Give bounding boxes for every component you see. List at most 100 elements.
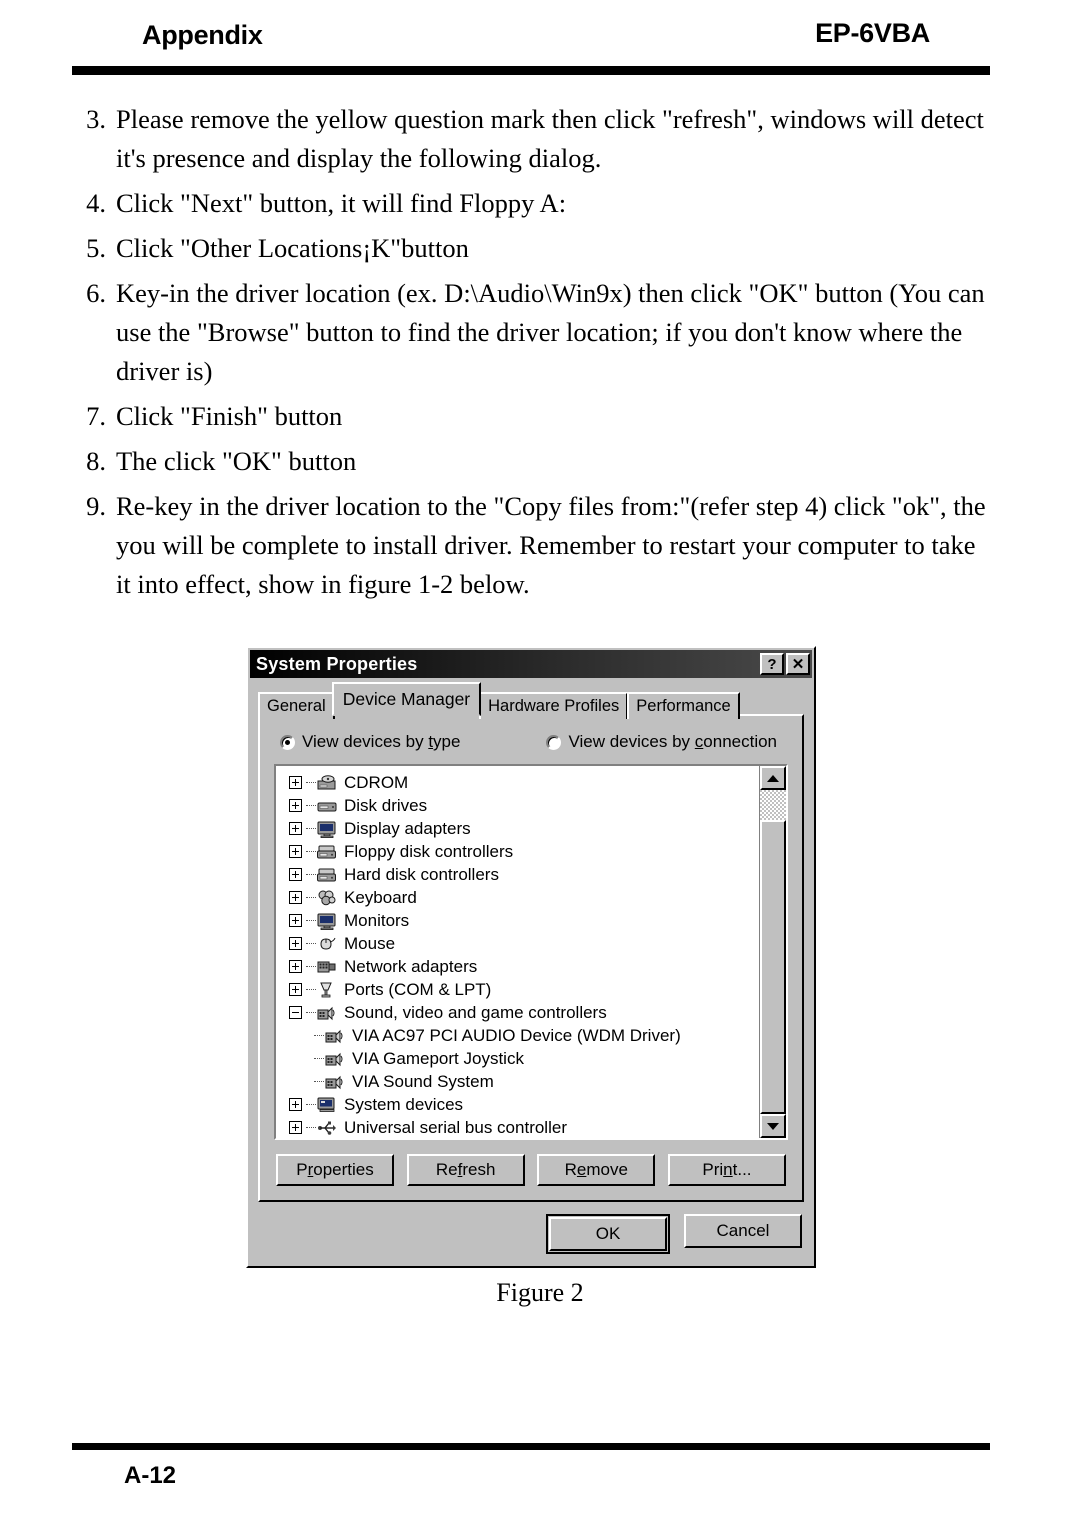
computer-icon [316, 1096, 338, 1114]
tree-item[interactable]: VIA AC97 PCI AUDIO Device (WDM Driver) [284, 1024, 759, 1047]
tree-connector [284, 1057, 324, 1060]
scrollbar-track[interactable] [760, 790, 786, 1114]
disk-drive-icon [316, 797, 338, 815]
instruction-item: 9. Re-key in the driver location to the "… [72, 487, 992, 604]
expand-icon[interactable] [284, 845, 306, 858]
tree-item[interactable]: System devices [284, 1093, 759, 1116]
tree-item[interactable]: Disk drives [284, 794, 759, 817]
tree-item[interactable]: Sound, video and game controllers [284, 1001, 759, 1024]
cancel-button[interactable]: Cancel [684, 1214, 802, 1248]
expand-icon[interactable] [284, 891, 306, 904]
tree-item-label: Universal serial bus controller [344, 1117, 567, 1137]
instruction-text: The click "OK" button [116, 446, 357, 476]
tab-strip: General Device Manager Hardware Profiles Pe… [258, 682, 812, 719]
tree-connector [284, 1080, 324, 1083]
tree-item[interactable]: Universal serial bus controller [284, 1116, 759, 1138]
tree-item-label: VIA Gameport Joystick [352, 1048, 524, 1068]
instruction-number: 4. [86, 188, 106, 218]
instruction-number: 6. [86, 278, 106, 308]
tree-item-label: Sound, video and game controllers [344, 1002, 607, 1022]
tree-connector [306, 942, 316, 945]
expand-icon[interactable] [284, 868, 306, 881]
tab-hardware-profiles[interactable]: Hardware Profiles [479, 692, 629, 719]
tree-item-label: Floppy disk controllers [344, 841, 514, 861]
help-icon[interactable]: ? [760, 653, 784, 675]
expand-icon[interactable] [284, 822, 306, 835]
footer-rule [72, 1443, 990, 1450]
tree-item[interactable]: Ports (COM & LPT) [284, 978, 759, 1001]
instruction-number: 9. [86, 491, 106, 521]
controller-icon [316, 843, 338, 861]
monitor-icon [316, 912, 338, 930]
radio-dot-icon [546, 734, 562, 750]
instruction-item: 6. Key-in the driver location (ex. D:\Aud… [72, 274, 992, 391]
tree-connector [306, 827, 316, 830]
device-tree[interactable]: CDROM Disk drives Display adapters Floppy d… [276, 766, 759, 1138]
instruction-text: Click "Next" button, it will find Floppy… [116, 188, 567, 218]
expand-icon[interactable] [284, 937, 306, 950]
tree-item-label: Mouse [344, 933, 396, 953]
radio-view-by-type[interactable]: View devices by type [280, 732, 460, 752]
tree-item[interactable]: CDROM [284, 771, 759, 794]
system-properties-dialog: System Properties ? ✕ General Device Mana… [246, 646, 816, 1268]
tree-connector [306, 988, 316, 991]
tree-item[interactable]: Network adapters [284, 955, 759, 978]
expand-icon[interactable] [284, 960, 306, 973]
mouse-icon [316, 935, 338, 953]
device-manager-panel: View devices by type View devices by conn… [258, 714, 804, 1202]
tree-item-label: VIA AC97 PCI AUDIO Device (WDM Driver) [352, 1025, 681, 1045]
refresh-button[interactable]: Re f resh [406, 1154, 525, 1186]
tree-item[interactable]: Mouse [284, 932, 759, 955]
scroll-up-icon[interactable] [760, 766, 786, 790]
tab-performance[interactable]: Performance [627, 692, 740, 719]
monitor-icon [316, 820, 338, 838]
tree-item[interactable]: Display adapters [284, 817, 759, 840]
dialog-footer-buttons: OK Cancel [250, 1214, 802, 1254]
sound-icon [316, 1004, 338, 1022]
sound-icon [324, 1027, 346, 1045]
print-button[interactable]: Pri n t... [667, 1154, 786, 1186]
header-left-title: Appendix [142, 20, 263, 50]
expand-icon[interactable] [284, 914, 306, 927]
expand-icon[interactable] [284, 1098, 306, 1111]
document-page: Appendix EP-6VBA 3. Please remove the yel… [0, 0, 1080, 1516]
tree-item-label: Monitors [344, 910, 410, 930]
tree-item[interactable]: VIA Sound System [284, 1070, 759, 1093]
device-action-buttons: Pr operties Re f resh Re move Pri n t... [276, 1154, 786, 1186]
cdrom-icon [316, 774, 338, 792]
instruction-list: 3. Please remove the yellow question mark… [72, 100, 992, 610]
tree-scrollbar[interactable] [759, 766, 786, 1138]
tree-connector [306, 1011, 316, 1014]
tree-item[interactable]: Hard disk controllers [284, 863, 759, 886]
tree-item[interactable]: VIA Gameport Joystick [284, 1047, 759, 1070]
properties-button[interactable]: Pr operties [276, 1154, 394, 1186]
radio-view-by-connection[interactable]: View devices by connection [546, 732, 777, 752]
view-mode-radio-group: View devices by type View devices by conn… [280, 732, 790, 752]
dialog-titlebar[interactable]: System Properties ? ✕ [250, 650, 812, 678]
expand-icon[interactable] [284, 1121, 306, 1134]
expand-icon[interactable] [284, 776, 306, 789]
expand-icon[interactable] [284, 799, 306, 812]
radio-dot-icon [280, 734, 295, 750]
ok-button[interactable]: OK [549, 1217, 667, 1251]
collapse-icon[interactable] [284, 1006, 306, 1019]
figure-image: System Properties ? ✕ General Device Mana… [246, 646, 816, 1268]
instruction-text: Click "Other Locations¡K"button [116, 233, 469, 263]
expand-icon[interactable] [284, 983, 306, 996]
tree-item[interactable]: Monitors [284, 909, 759, 932]
tree-item-label: Display adapters [344, 818, 471, 838]
tab-general[interactable]: General [258, 692, 335, 719]
remove-button[interactable]: Re move [537, 1154, 656, 1186]
close-icon[interactable]: ✕ [786, 653, 810, 675]
tree-item[interactable]: Keyboard [284, 886, 759, 909]
tab-device-manager[interactable]: Device Manager [331, 682, 482, 716]
instruction-number: 3. [86, 104, 106, 134]
tree-connector [306, 804, 316, 807]
device-tree-box: CDROM Disk drives Display adapters Floppy d… [274, 764, 788, 1140]
instruction-text: Click "Finish" button [116, 401, 343, 431]
tree-item[interactable]: Floppy disk controllers [284, 840, 759, 863]
tree-connector [306, 1126, 316, 1129]
scrollbar-thumb[interactable] [760, 820, 786, 1114]
instruction-number: 7. [86, 401, 106, 431]
scroll-down-icon[interactable] [760, 1114, 786, 1138]
